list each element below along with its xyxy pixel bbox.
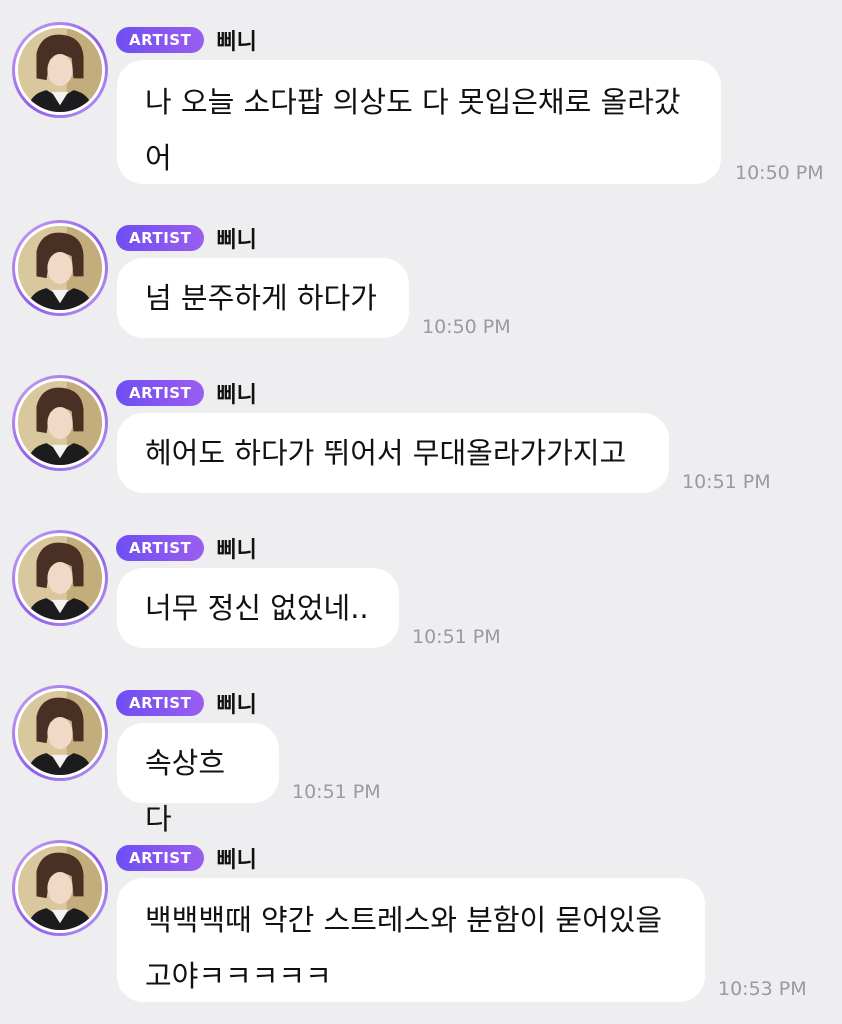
avatar[interactable]: [12, 22, 108, 118]
message-header: ARTIST 삐니: [116, 224, 257, 253]
message-bubble[interactable]: 백백백때 약간 스트레스와 분함이 묻어있을 고야ㅋㅋㅋㅋㅋ: [117, 878, 705, 1002]
message-header: ARTIST 삐니: [116, 534, 257, 563]
message-bubble[interactable]: 헤어도 하다가 뛰어서 무대올라가가지고: [117, 413, 669, 493]
artist-badge: ARTIST: [116, 690, 205, 716]
avatar-photo: [15, 25, 105, 115]
person-photo-icon: [18, 28, 102, 112]
avatar[interactable]: [12, 530, 108, 626]
message-timestamp: 10:51 PM: [682, 471, 771, 493]
message-line: 넘 분주하게 하다가: [145, 281, 377, 315]
message-line: 속상흐다: [145, 746, 226, 836]
sender-name: 삐니: [216, 383, 257, 408]
message-header: ARTIST 삐니: [116, 844, 257, 873]
person-photo-icon: [18, 536, 102, 620]
sender-name: 삐니: [216, 538, 257, 563]
avatar[interactable]: [12, 685, 108, 781]
person-photo-icon: [18, 691, 102, 775]
message-timestamp: 10:50 PM: [735, 162, 824, 184]
sender-name: 삐니: [216, 848, 257, 873]
person-photo-icon: [18, 846, 102, 930]
avatar-photo: [15, 843, 105, 933]
chat-thread: ARTIST 삐니 나 오늘 소다팝 의상도 다 못입은채로 올라갔 어 10:…: [0, 0, 842, 1024]
message-timestamp: 10:51 PM: [292, 781, 381, 803]
message-bubble[interactable]: 속상흐다: [117, 723, 279, 836]
message-bubble[interactable]: 나 오늘 소다팝 의상도 다 못입은채로 올라갔 어: [117, 60, 721, 184]
avatar-photo: [15, 533, 105, 623]
sender-name: 삐니: [216, 30, 257, 55]
sender-name: 삐니: [216, 693, 257, 718]
person-photo-icon: [18, 381, 102, 465]
message-header: ARTIST 삐니: [116, 379, 257, 408]
avatar[interactable]: [12, 840, 108, 936]
avatar[interactable]: [12, 220, 108, 316]
artist-badge: ARTIST: [116, 27, 205, 53]
message-line: 헤어도 하다가 뛰어서 무대올라가가지고: [145, 436, 627, 470]
message-bubble[interactable]: 넘 분주하게 하다가: [117, 258, 409, 338]
message-timestamp: 10:51 PM: [412, 626, 501, 648]
message-line: 어: [145, 141, 172, 175]
avatar-photo: [15, 378, 105, 468]
artist-badge: ARTIST: [116, 380, 205, 406]
message-line: 너무 정신 없었네..: [145, 591, 369, 625]
avatar-photo: [15, 688, 105, 778]
message-bubble[interactable]: 너무 정신 없었네..: [117, 568, 399, 648]
avatar[interactable]: [12, 375, 108, 471]
message-line: 백백백때 약간 스트레스와 분함이 묻어있을: [145, 903, 663, 937]
message-timestamp: 10:53 PM: [718, 978, 807, 1000]
sender-name: 삐니: [216, 228, 257, 253]
artist-badge: ARTIST: [116, 225, 205, 251]
message-line: 고야ㅋㅋㅋㅋㅋ: [145, 959, 332, 993]
message-header: ARTIST 삐니: [116, 26, 257, 55]
person-photo-icon: [18, 226, 102, 310]
artist-badge: ARTIST: [116, 535, 205, 561]
message-header: ARTIST 삐니: [116, 689, 257, 718]
artist-badge: ARTIST: [116, 845, 205, 871]
message-timestamp: 10:50 PM: [422, 316, 511, 338]
avatar-photo: [15, 223, 105, 313]
message-line: 나 오늘 소다팝 의상도 다 못입은채로 올라갔: [145, 85, 681, 119]
